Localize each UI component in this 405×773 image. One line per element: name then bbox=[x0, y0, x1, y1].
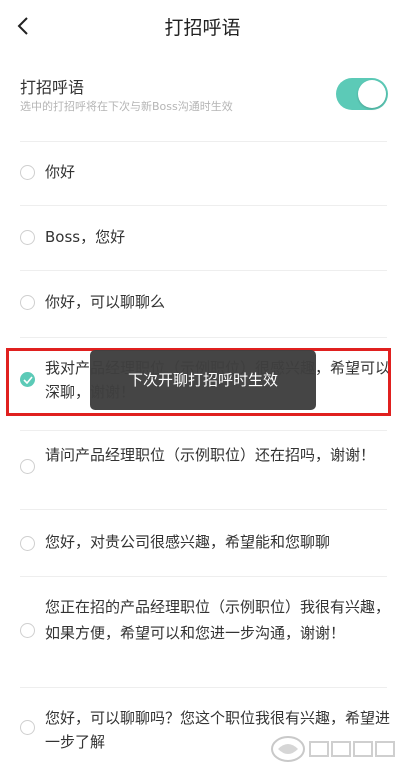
greeting-option-text: 你好 bbox=[45, 163, 76, 181]
greeting-option-text: Boss，您好 bbox=[45, 228, 126, 246]
toast-message: 下次开聊打招呼时生效 bbox=[90, 350, 316, 410]
greeting-setting-description: 选中的打招呼将在下次与新Boss沟通时生效 bbox=[20, 100, 233, 113]
greeting-option[interactable]: 请问产品经理职位（示例职位）还在招吗，谢谢！ bbox=[0, 438, 405, 498]
divider bbox=[20, 430, 387, 431]
divider bbox=[20, 687, 387, 688]
watermark-logo-icon bbox=[271, 736, 395, 762]
greeting-option-text: 您正在招的产品经理职位（示例职位）我很有兴趣，如果方便，希望可以和您进一步沟通，… bbox=[45, 598, 391, 642]
divider bbox=[20, 270, 387, 271]
radio-button[interactable] bbox=[20, 720, 35, 735]
radio-button[interactable] bbox=[20, 623, 35, 638]
greeting-option-text: 您好，对贵公司很感兴趣，希望能和您聊聊 bbox=[45, 533, 331, 551]
divider bbox=[20, 141, 387, 142]
greeting-option[interactable]: 您好，对贵公司很感兴趣，希望能和您聊聊 bbox=[0, 518, 405, 566]
greeting-toggle[interactable] bbox=[336, 78, 388, 110]
radio-button[interactable] bbox=[20, 536, 35, 551]
toggle-knob bbox=[358, 80, 386, 108]
radio-button[interactable] bbox=[20, 230, 35, 245]
divider bbox=[20, 509, 387, 510]
greeting-option-text: 你好，可以聊聊么 bbox=[45, 293, 166, 311]
divider bbox=[20, 205, 387, 206]
greeting-setting-label: 打招呼语 bbox=[20, 78, 85, 97]
page-title: 打招呼语 bbox=[164, 17, 241, 39]
divider bbox=[20, 576, 387, 577]
radio-button[interactable] bbox=[20, 459, 35, 474]
radio-button[interactable] bbox=[20, 165, 35, 180]
greeting-option[interactable]: Boss，您好 bbox=[0, 215, 405, 261]
greeting-option[interactable]: 你好，可以聊聊么 bbox=[0, 280, 405, 326]
divider bbox=[20, 337, 387, 338]
radio-button[interactable] bbox=[20, 295, 35, 310]
greeting-option[interactable]: 您正在招的产品经理职位（示例职位）我很有兴趣，如果方便，希望可以和您进一步沟通，… bbox=[0, 588, 405, 674]
nav-bar: 打招呼语 bbox=[0, 0, 405, 52]
greeting-option[interactable]: 你好 bbox=[0, 150, 405, 196]
greeting-option-text: 请问产品经理职位（示例职位）还在招吗，谢谢！ bbox=[45, 446, 376, 464]
